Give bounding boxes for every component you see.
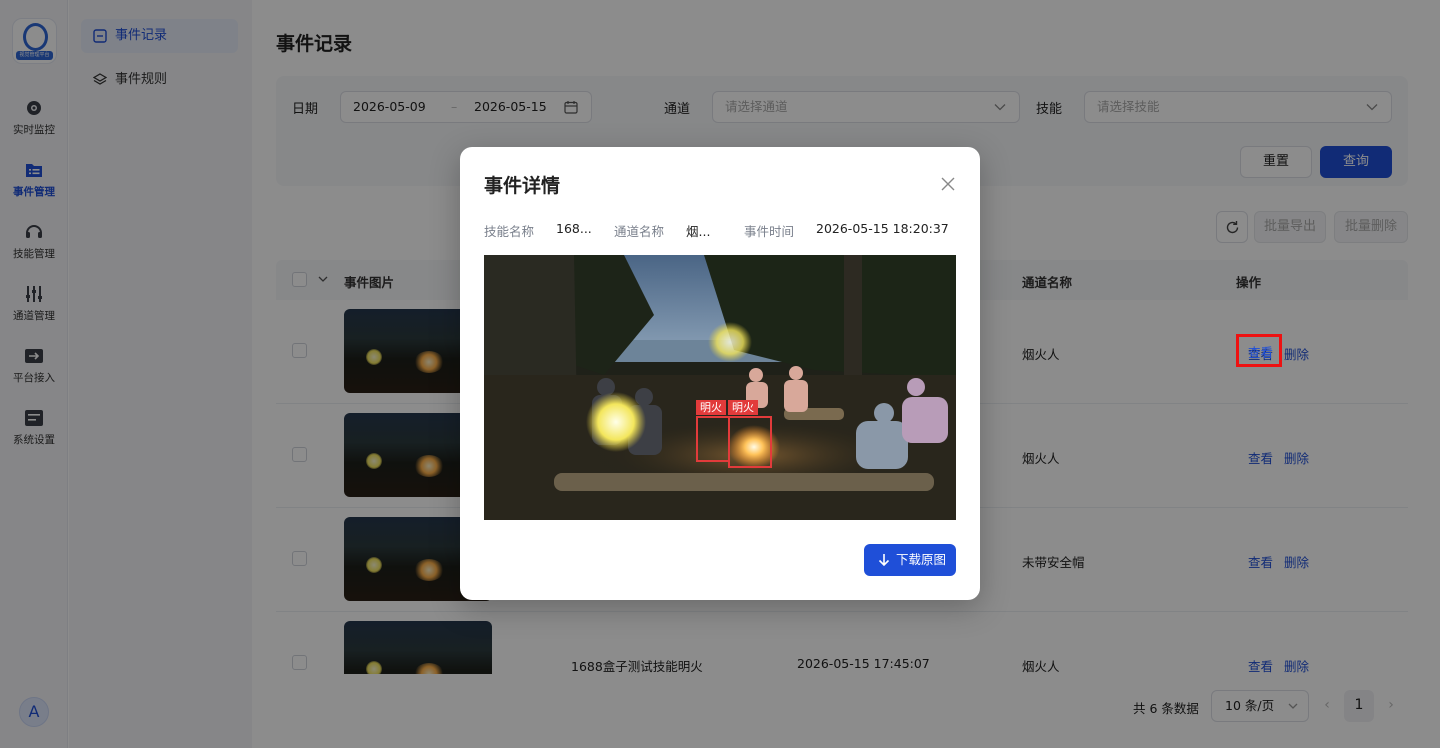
event-image[interactable]: 明火 明火	[484, 255, 956, 520]
arrow-down-icon	[878, 554, 890, 567]
event-time-key: 事件时间	[744, 224, 795, 239]
detection-box	[696, 416, 730, 462]
event-detail-modal: 事件详情 技能名称 168... 通道名称 烟... 事件时间 2026-05-…	[460, 147, 980, 600]
modal-title: 事件详情	[484, 175, 561, 197]
close-icon[interactable]	[938, 174, 958, 194]
detection-label: 明火	[728, 400, 758, 415]
campfire-scene-image	[484, 255, 956, 520]
channel-name-key: 通道名称	[614, 224, 665, 239]
skill-name-key: 技能名称	[484, 224, 535, 239]
detection-label: 明火	[696, 400, 726, 415]
skill-name-value: 168...	[556, 221, 592, 236]
event-time-value: 2026-05-15 18:20:37	[816, 221, 949, 236]
channel-name-value: 烟...	[686, 224, 711, 239]
detection-box	[728, 416, 772, 468]
download-label: 下载原图	[896, 552, 947, 567]
highlighted-view-label: 查看	[1248, 345, 1274, 360]
view-button-highlight: 查看	[1236, 334, 1282, 367]
download-original-button[interactable]: 下载原图	[864, 544, 956, 576]
